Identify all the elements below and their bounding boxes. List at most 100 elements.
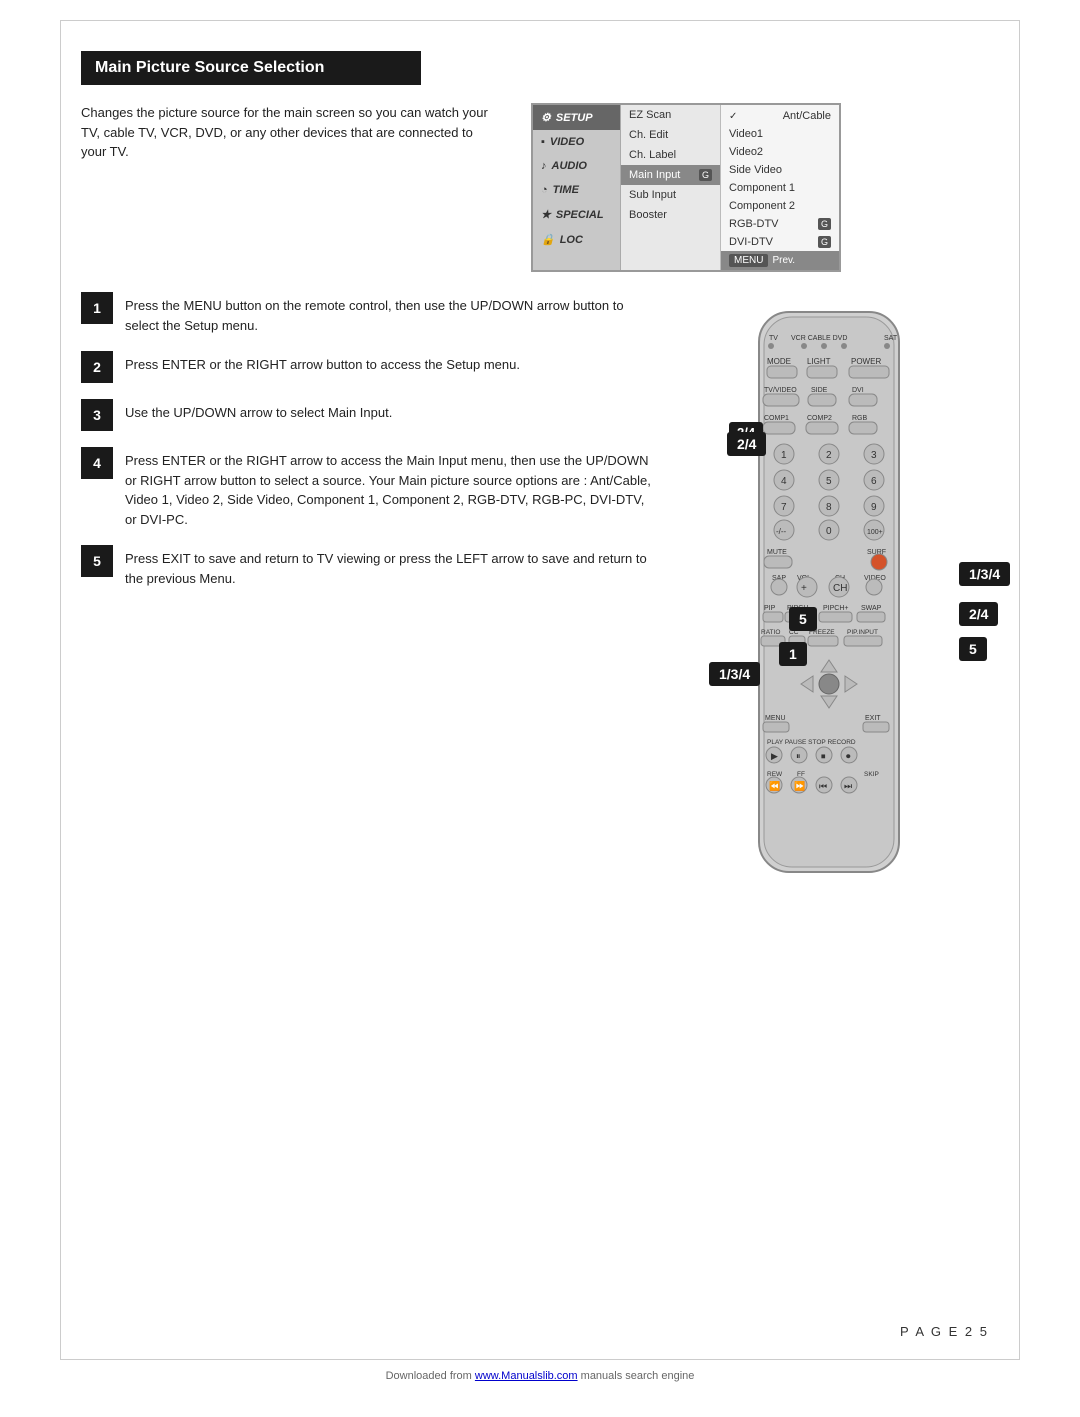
page-title: Main Picture Source Selection bbox=[95, 59, 324, 76]
callout-1-3-4-right: 1/3/4 bbox=[959, 562, 1010, 586]
svg-text:⏮: ⏮ bbox=[819, 781, 827, 791]
menu-item-audio[interactable]: ♪ AUDIO bbox=[533, 154, 620, 178]
menu-footer-menu-btn[interactable]: MENU bbox=[729, 254, 768, 267]
manualslib-link[interactable]: www.Manualslib.com bbox=[475, 1370, 578, 1382]
col3-item-dvidtv[interactable]: DVI-DTV G bbox=[721, 233, 839, 251]
svg-text:MENU: MENU bbox=[765, 715, 786, 722]
g-badge-maininput: G bbox=[699, 169, 712, 181]
remote-svg: TV VCR CABLE DVD SAT MODE LIGHT POWER TV… bbox=[739, 302, 919, 882]
step-row-2: 2 Press ENTER or the RIGHT arrow button … bbox=[81, 351, 659, 383]
col3-item-sidevideo[interactable]: Side Video bbox=[721, 161, 839, 179]
intro-text: Changes the picture source for the main … bbox=[81, 103, 501, 272]
col2-item-subinput[interactable]: Sub Input bbox=[621, 185, 720, 205]
svg-text:COMP1: COMP1 bbox=[764, 415, 789, 422]
svg-text:PIPCH+: PIPCH+ bbox=[823, 605, 848, 612]
callout-1-center: 1 bbox=[779, 642, 807, 666]
svg-text:TV: TV bbox=[769, 335, 778, 342]
setup-icon: ⚙ bbox=[541, 111, 551, 124]
col2-item-chedit[interactable]: Ch. Edit bbox=[621, 125, 720, 145]
svg-text:⏸: ⏸ bbox=[796, 751, 801, 761]
svg-text:4: 4 bbox=[781, 476, 787, 487]
callout-5-center: 5 bbox=[789, 607, 817, 631]
svg-text:RATIO: RATIO bbox=[761, 629, 780, 636]
col2-item-ezscan[interactable]: EZ Scan bbox=[621, 105, 720, 125]
svg-text:⏪: ⏪ bbox=[769, 780, 780, 791]
svg-text:SAT: SAT bbox=[884, 335, 898, 342]
menu-item-video[interactable]: ▪ VIDEO bbox=[533, 130, 620, 154]
svg-text:100+: 100+ bbox=[867, 529, 883, 536]
menu-item-time[interactable]: ◔ TIME bbox=[533, 178, 620, 202]
page-container: Main Picture Source Selection Changes th… bbox=[60, 20, 1020, 1360]
svg-text:⏩: ⏩ bbox=[794, 780, 805, 791]
svg-text:LIGHT: LIGHT bbox=[807, 357, 831, 366]
svg-text:+: + bbox=[801, 583, 807, 594]
step-text-1: Press the MENU button on the remote cont… bbox=[125, 292, 659, 335]
steps-area: 1 Press the MENU button on the remote co… bbox=[81, 292, 999, 885]
svg-text:2: 2 bbox=[826, 450, 832, 461]
step-badge-3: 3 bbox=[81, 399, 113, 431]
lock-icon: 🔒 bbox=[541, 233, 555, 246]
svg-text:MUTE: MUTE bbox=[767, 549, 787, 556]
svg-text:VCR CABLE DVD: VCR CABLE DVD bbox=[791, 335, 847, 342]
svg-text:PIP.INPUT: PIP.INPUT bbox=[847, 629, 878, 636]
step-badge-4: 4 bbox=[81, 447, 113, 479]
page-footer: P A G E 2 5 bbox=[900, 1324, 989, 1339]
step-row-5: 5 Press EXIT to save and return to TV vi… bbox=[81, 545, 659, 588]
svg-text:CH: CH bbox=[833, 583, 847, 594]
download-footer: Downloaded from www.Manualslib.com manua… bbox=[0, 1370, 1080, 1392]
step-text-3: Use the UP/DOWN arrow to select Main Inp… bbox=[125, 399, 392, 423]
menu-footer-prev: Prev. bbox=[772, 255, 795, 266]
col3-item-video1[interactable]: Video1 bbox=[721, 125, 839, 143]
video-icon: ▪ bbox=[541, 136, 545, 148]
svg-text:-/--: -/-- bbox=[776, 527, 787, 536]
menu-footer: MENU Prev. bbox=[721, 251, 839, 270]
col3-item-antcable[interactable]: Ant/Cable bbox=[721, 107, 839, 125]
step-badge-2: 2 bbox=[81, 351, 113, 383]
svg-text:▶: ▶ bbox=[771, 751, 778, 761]
menu-item-loc[interactable]: 🔒 LOC bbox=[533, 227, 620, 252]
svg-text:COMP2: COMP2 bbox=[807, 415, 832, 422]
svg-text:0: 0 bbox=[826, 526, 832, 537]
menu-item-setup[interactable]: ⚙ SETUP bbox=[533, 105, 620, 130]
callout-1-3-4-left: 1/3/4 bbox=[709, 662, 760, 686]
col3-item-component2[interactable]: Component 2 bbox=[721, 197, 839, 215]
col2-item-chlabel[interactable]: Ch. Label bbox=[621, 145, 720, 165]
audio-icon: ♪ bbox=[541, 160, 547, 172]
callout-2-4-badge: 2/4 bbox=[727, 432, 766, 456]
svg-text:⏭: ⏭ bbox=[844, 781, 852, 791]
menu-screenshot: ⚙ SETUP ▪ VIDEO ♪ AUDIO ◔ TIME ★ SPECI bbox=[531, 103, 841, 272]
remote-wrapper: 2/4 TV VCR CABLE DVD SAT MODE LIGHT P bbox=[699, 292, 999, 885]
special-icon: ★ bbox=[541, 208, 551, 221]
svg-text:MODE: MODE bbox=[767, 357, 791, 366]
section-header: Main Picture Source Selection bbox=[81, 51, 421, 85]
svg-text:6: 6 bbox=[871, 476, 877, 487]
step-row-4: 4 Press ENTER or the RIGHT arrow to acce… bbox=[81, 447, 659, 529]
step-badge-5: 5 bbox=[81, 545, 113, 577]
g-badge-rgbdtv: G bbox=[818, 218, 831, 230]
svg-text:3: 3 bbox=[871, 450, 877, 461]
menu-item-special[interactable]: ★ SPECIAL bbox=[533, 202, 620, 227]
step-text-4: Press ENTER or the RIGHT arrow to access… bbox=[125, 447, 659, 529]
svg-text:8: 8 bbox=[826, 502, 832, 513]
callout-2-4-right: 2/4 bbox=[959, 602, 998, 626]
col3-item-component1[interactable]: Component 1 bbox=[721, 179, 839, 197]
svg-text:5: 5 bbox=[826, 476, 832, 487]
step-row-3: 3 Use the UP/DOWN arrow to select Main I… bbox=[81, 399, 659, 431]
step-row-1: 1 Press the MENU button on the remote co… bbox=[81, 292, 659, 335]
svg-text:⏺: ⏺ bbox=[846, 751, 851, 761]
svg-text:7: 7 bbox=[781, 502, 787, 513]
svg-text:RGB: RGB bbox=[852, 415, 868, 422]
col2-item-booster[interactable]: Booster bbox=[621, 205, 720, 225]
svg-text:1: 1 bbox=[781, 450, 787, 461]
col3-item-rgbdtv[interactable]: RGB-DTV G bbox=[721, 215, 839, 233]
svg-text:TV/VIDEO: TV/VIDEO bbox=[764, 387, 797, 394]
col2-item-maininput[interactable]: Main Input G bbox=[621, 165, 720, 185]
col3-item-video2[interactable]: Video2 bbox=[721, 143, 839, 161]
menu-col1: ⚙ SETUP ▪ VIDEO ♪ AUDIO ◔ TIME ★ SPECI bbox=[533, 105, 621, 270]
step-text-5: Press EXIT to save and return to TV view… bbox=[125, 545, 659, 588]
svg-text:DVI: DVI bbox=[852, 387, 864, 394]
callout-5-right: 5 bbox=[959, 637, 987, 661]
svg-text:EXIT: EXIT bbox=[865, 715, 881, 722]
time-icon: ◔ bbox=[541, 184, 548, 196]
svg-text:PIP: PIP bbox=[764, 605, 776, 612]
